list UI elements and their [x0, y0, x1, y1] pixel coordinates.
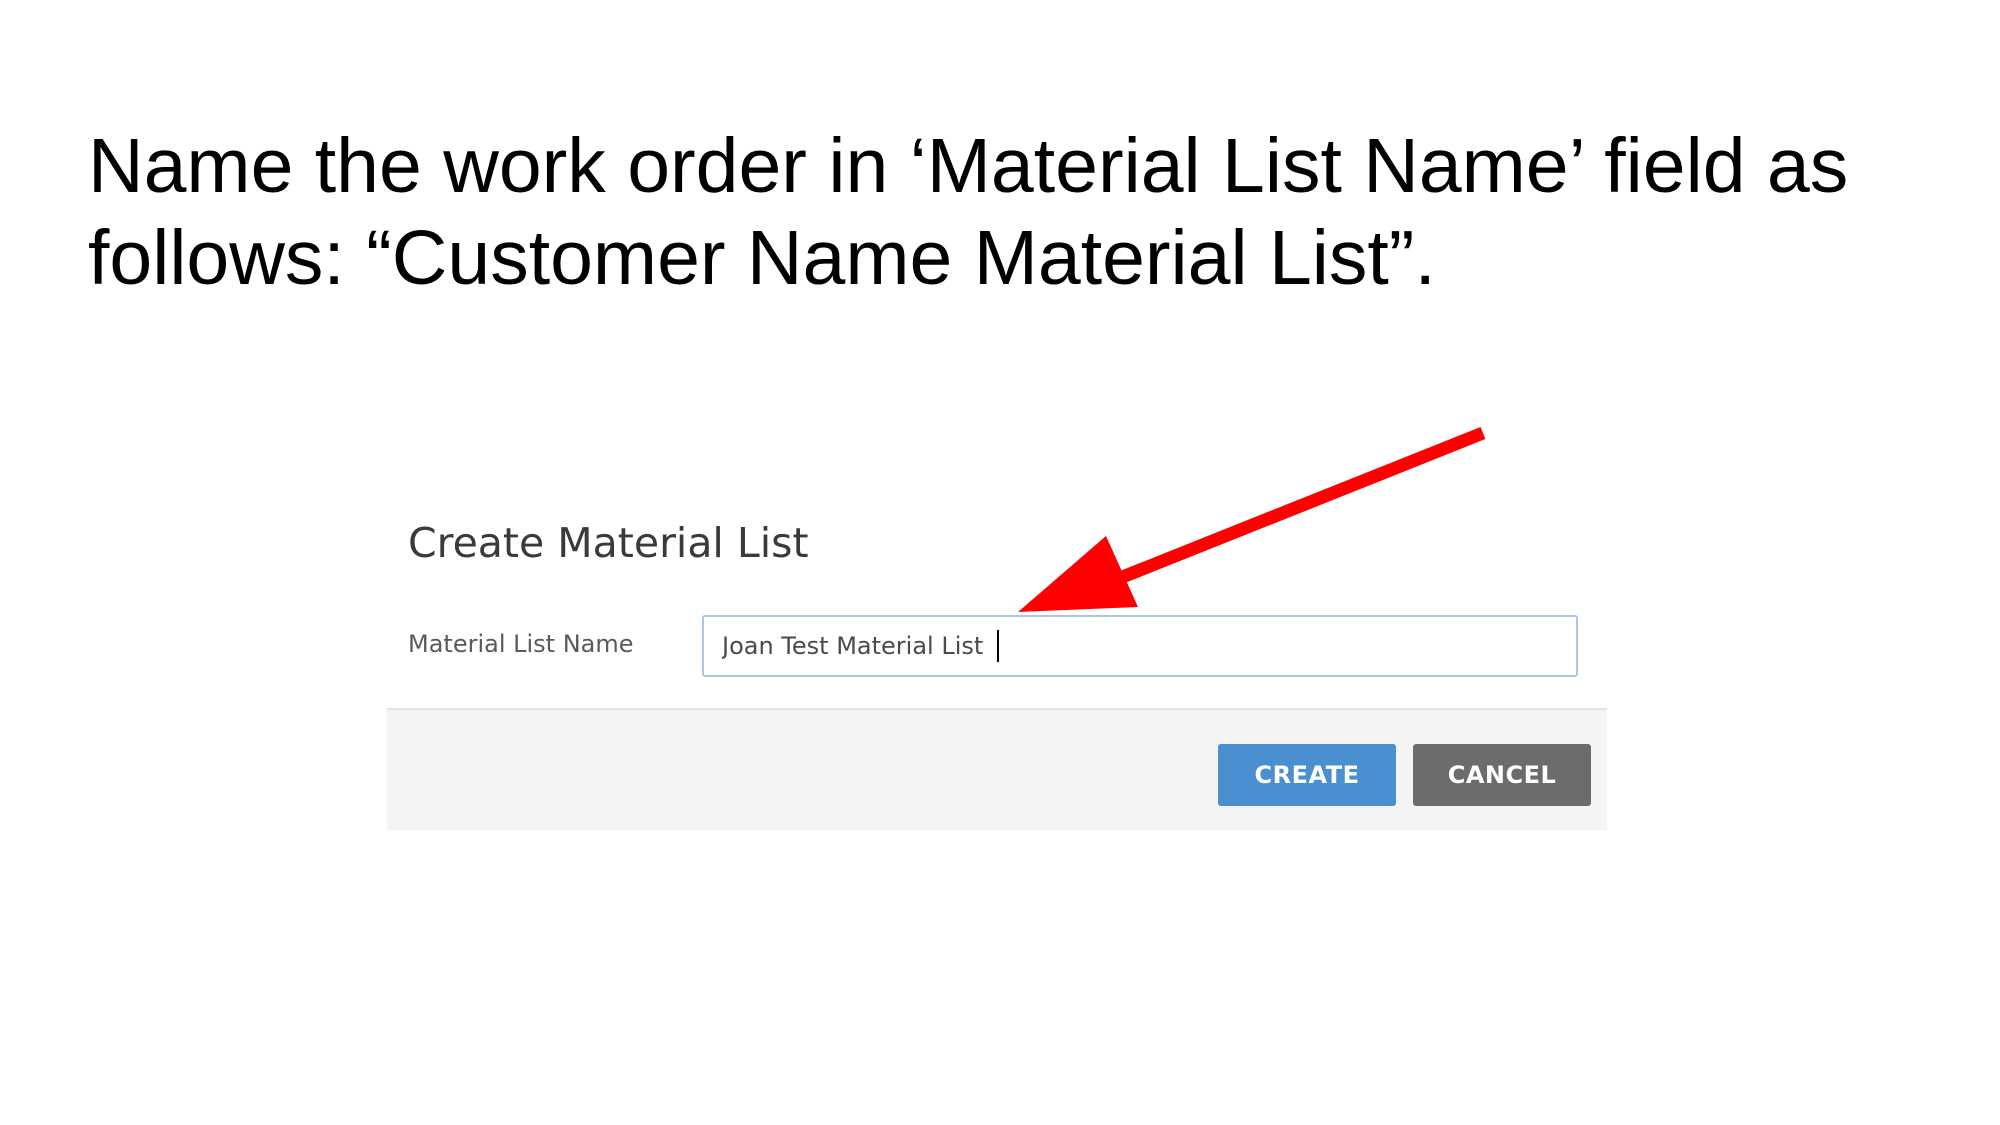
text-cursor: [997, 630, 999, 662]
cancel-button[interactable]: CANCEL: [1413, 744, 1591, 806]
dialog-footer: CREATE CANCEL: [387, 708, 1607, 830]
material-list-name-label: Material List Name: [408, 630, 634, 658]
create-material-list-dialog: Create Material List Material List Name …: [387, 505, 1607, 830]
material-list-name-input[interactable]: [702, 615, 1578, 677]
dialog-title: Create Material List: [408, 519, 809, 567]
create-button[interactable]: CREATE: [1218, 744, 1396, 806]
instruction-text: Name the work order in ‘Material List Na…: [88, 123, 1849, 301]
